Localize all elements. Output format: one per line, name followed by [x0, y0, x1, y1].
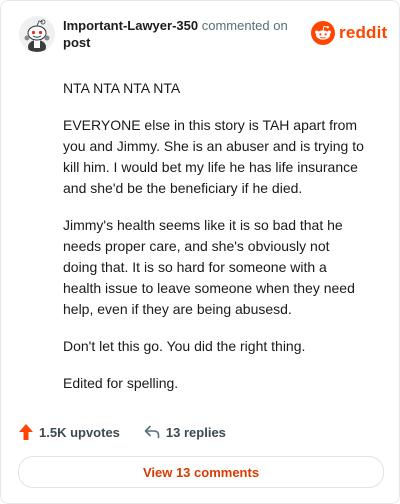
reddit-alien-icon — [311, 21, 335, 45]
author-username[interactable]: Important-Lawyer-350 — [63, 18, 198, 33]
reply-count: 13 replies — [165, 424, 226, 440]
post-link[interactable]: post — [63, 35, 90, 50]
avatar-snoo-icon — [19, 16, 55, 52]
view-comments-button[interactable]: View 13 comments — [18, 456, 384, 488]
comment-paragraph: Edited for spelling. — [63, 375, 179, 391]
upvote-count: 1.5K upvotes — [39, 424, 120, 440]
comment-paragraph: EVERYONE else in this story is TAH apart… — [63, 117, 364, 196]
reply-arrow-icon — [144, 425, 160, 439]
comment-body: NTA NTA NTA NTA EVERYONE else in this st… — [63, 78, 365, 410]
comment-paragraph: Jimmy's health seems like it is so bad t… — [63, 217, 355, 317]
upvote-button[interactable]: 1.5K upvotes — [19, 424, 120, 440]
reddit-logo[interactable]: reddit — [311, 21, 387, 45]
comment-card: Important-Lawyer-350 commented on post r… — [0, 0, 400, 504]
comment-paragraph: NTA NTA NTA NTA — [63, 80, 181, 96]
comment-stats: 1.5K upvotes 13 replies — [19, 423, 226, 441]
replies-button[interactable]: 13 replies — [144, 425, 226, 440]
comment-paragraph: Don't let this go. You did the right thi… — [63, 338, 306, 354]
commented-on-label: commented on — [201, 18, 288, 33]
comment-header: Important-Lawyer-350 commented on post — [63, 17, 303, 51]
upvote-arrow-icon — [19, 424, 33, 440]
avatar[interactable] — [19, 16, 55, 52]
reddit-wordmark: reddit — [339, 23, 388, 42]
